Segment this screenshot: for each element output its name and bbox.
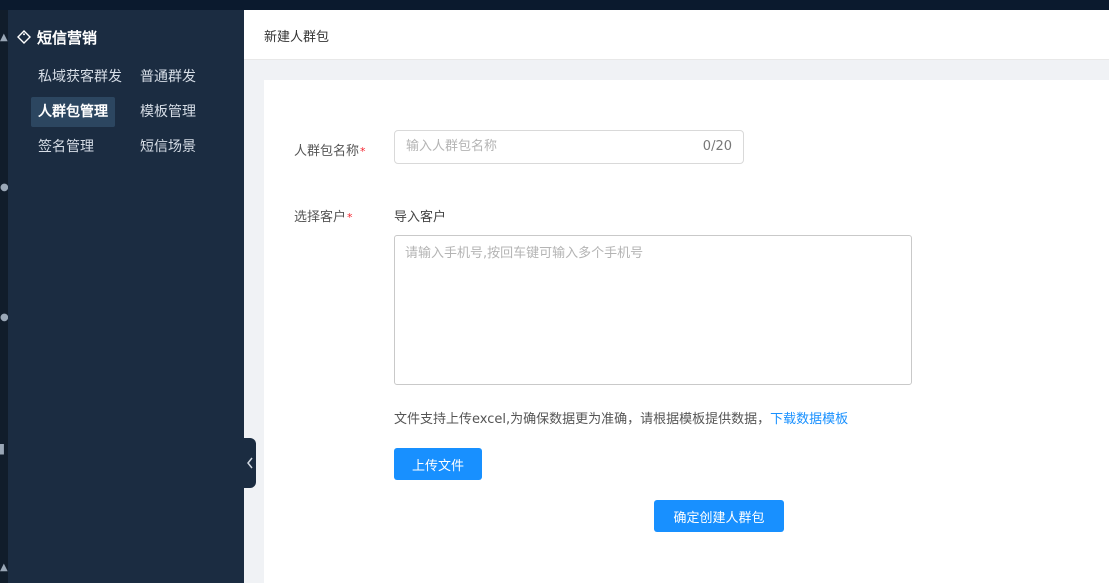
rail-icon-1[interactable]: ▲ <box>0 32 8 46</box>
create-crowd-button[interactable]: 确定创建人群包 <box>654 500 784 532</box>
upload-hint-text: 文件支持上传excel,为确保数据更为准确，请根据模板提供数据， <box>394 412 771 427</box>
required-mark: * <box>347 211 353 224</box>
tag-icon <box>16 29 32 45</box>
upload-file-button[interactable]: 上传文件 <box>394 448 482 480</box>
name-label: 人群包名称* <box>294 140 366 159</box>
rail-icon-3[interactable]: ● <box>0 312 8 326</box>
customer-label: 选择客户* <box>294 206 353 225</box>
rail-icon-5[interactable]: ▲ <box>0 562 8 576</box>
required-mark: * <box>360 145 366 158</box>
main-content: 新建人群包 人群包名称* 0/20 选择客户* 导入客户 文件支持上传excel… <box>244 10 1109 583</box>
char-counter: 0/20 <box>702 139 732 154</box>
phone-numbers-textarea[interactable] <box>394 235 912 385</box>
sidebar-item-normal-broadcast[interactable]: 普通群发 <box>133 62 203 92</box>
import-customer-label: 导入客户 <box>394 210 447 225</box>
sidebar: 短信营销 私域获客群发 普通群发 人群包管理 模板管理 签名管理 短信场景 <box>8 10 244 583</box>
rail-icon-2[interactable]: ● <box>0 182 8 196</box>
sidebar-item-crowd-package[interactable]: 人群包管理 <box>31 97 115 127</box>
crowd-name-field[interactable]: 0/20 <box>394 130 744 164</box>
sidebar-section-title: 短信营销 <box>37 28 98 47</box>
sidebar-item-template[interactable]: 模板管理 <box>133 97 203 127</box>
customer-label-text: 选择客户 <box>294 210 347 225</box>
crowd-name-input[interactable] <box>395 131 686 161</box>
page-title: 新建人群包 <box>264 30 330 45</box>
breadcrumb: 新建人群包 <box>244 10 1109 60</box>
form-card: 人群包名称* 0/20 选择客户* 导入客户 文件支持上传excel,为确保数据… <box>264 80 1109 583</box>
download-template-link[interactable]: 下载数据模板 <box>770 412 848 427</box>
sidebar-item-scene[interactable]: 短信场景 <box>133 132 203 162</box>
upload-hint: 文件支持上传excel,为确保数据更为准确，请根据模板提供数据，下载数据模板 <box>394 408 848 427</box>
chevron-left-icon <box>246 454 254 473</box>
name-label-text: 人群包名称 <box>294 144 360 159</box>
rail-icon-4[interactable]: ▌ <box>0 444 8 458</box>
sidebar-item-private-broadcast[interactable]: 私域获客群发 <box>31 62 129 92</box>
icon-rail: ▲ ● ● ▌ ▲ <box>0 10 8 583</box>
sidebar-section-header[interactable]: 短信营销 <box>16 26 97 48</box>
sidebar-collapse-toggle[interactable] <box>244 438 256 488</box>
sidebar-item-signature[interactable]: 签名管理 <box>31 132 101 162</box>
top-bar <box>0 0 1109 10</box>
